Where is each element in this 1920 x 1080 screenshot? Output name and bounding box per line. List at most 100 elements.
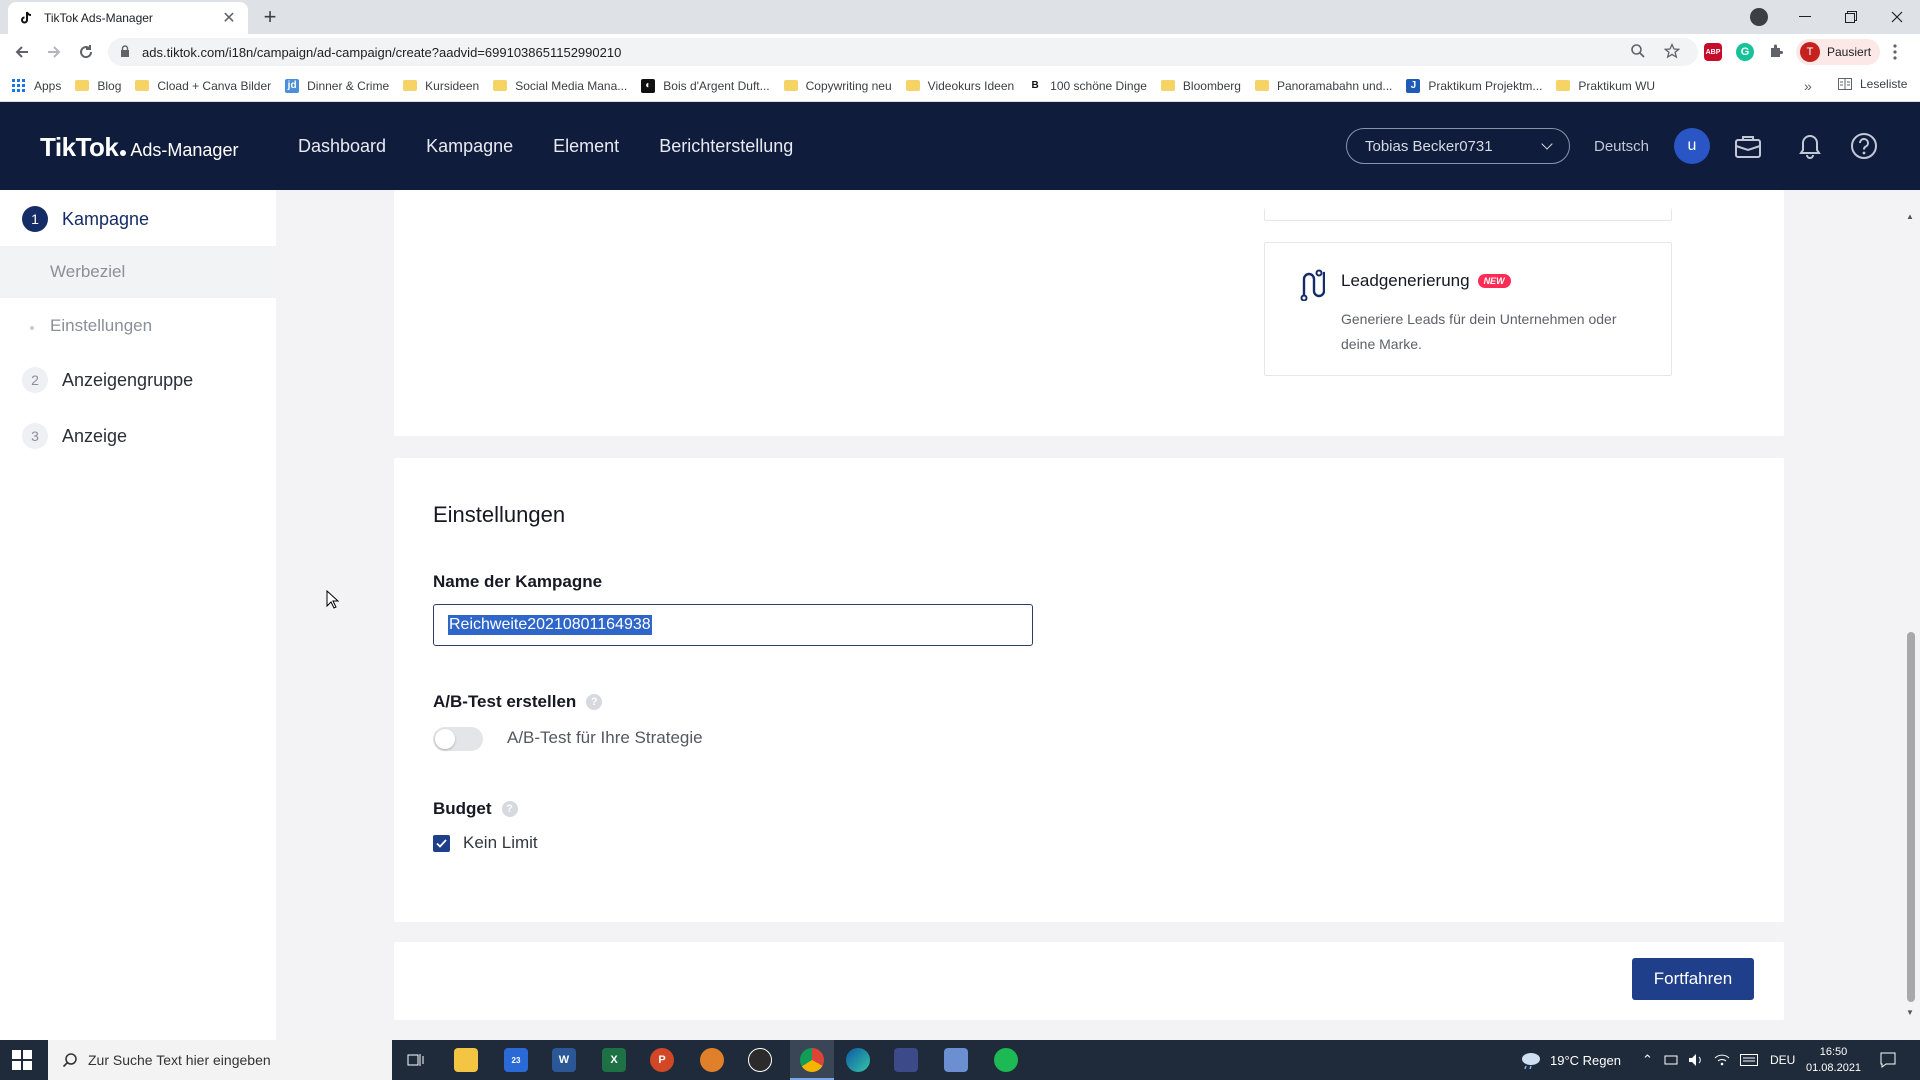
help-circle-icon[interactable]	[1848, 130, 1880, 162]
lead-funnel-icon	[1297, 269, 1326, 306]
bookmark-bloomberg[interactable]: Bloomberg	[1160, 78, 1241, 93]
bookmark-social-media[interactable]: Social Media Mana...	[493, 79, 627, 93]
reading-list-label: Leseliste	[1860, 77, 1908, 91]
scroll-up-icon[interactable]: ▲	[1906, 212, 1914, 221]
objective-option-leadgenerierung[interactable]: Leadgenerierung NEW Generiere Leads für …	[1264, 242, 1672, 376]
powerpoint-icon[interactable]: P	[650, 1048, 674, 1072]
sidebar-item-einstellungen[interactable]: Einstellungen	[0, 300, 276, 352]
language-switcher[interactable]: Deutsch	[1594, 138, 1649, 155]
minimize-icon[interactable]	[1782, 0, 1828, 34]
browser-tab-active[interactable]: TikTok Ads-Manager ✕	[8, 2, 248, 34]
bookmark-label: Bloomberg	[1182, 78, 1241, 93]
logo-brand: TikTok	[40, 132, 119, 162]
wifi-icon[interactable]	[1714, 1040, 1730, 1080]
keyboard-language[interactable]: DEU	[1770, 1040, 1795, 1080]
ab-test-toggle[interactable]	[433, 727, 483, 751]
spotify-icon[interactable]	[994, 1048, 1018, 1072]
bookmark-dinner-crime[interactable]: jd Dinner & Crime	[285, 78, 389, 93]
windows-start-icon[interactable]	[12, 1050, 32, 1070]
help-icon[interactable]: ?	[501, 801, 518, 817]
grammarly-extension-icon[interactable]: G	[1736, 43, 1754, 61]
restore-icon[interactable]	[1828, 0, 1874, 34]
nav-dashboard[interactable]: Dashboard	[298, 136, 386, 157]
notification-bell-icon[interactable]	[1794, 130, 1826, 162]
browser-menu-icon[interactable]	[1893, 44, 1897, 65]
nav-kampagne[interactable]: Kampagne	[426, 136, 513, 157]
kein-limit-checkbox[interactable]	[433, 835, 450, 852]
bookmark-praktikum-wu[interactable]: Praktikum WU	[1556, 79, 1655, 93]
close-window-icon[interactable]	[1874, 0, 1920, 34]
account-selector[interactable]: Tobias Becker0731	[1346, 128, 1570, 164]
app-document-icon[interactable]	[944, 1048, 968, 1072]
bookmark-bois-dargent[interactable]: ◐ Bois d'Argent Duft...	[641, 78, 770, 93]
weather-widget[interactable]: 19°C Regen	[1518, 1040, 1621, 1080]
bookmark-kursideen[interactable]: Kursideen	[403, 79, 479, 93]
taskbar-clock[interactable]: 16:50 01.08.2021	[1806, 1044, 1861, 1076]
jd-icon: jd	[285, 78, 300, 93]
nav-berichterstellung[interactable]: Berichterstellung	[659, 136, 793, 157]
folder-icon	[783, 80, 798, 91]
scroll-down-icon[interactable]: ▼	[1906, 1008, 1914, 1017]
tiktok-logo[interactable]: TikTok Ads-Manager	[40, 132, 238, 163]
objective-option-previous[interactable]	[1264, 208, 1672, 221]
profile-chip[interactable]: T Pausiert	[1796, 39, 1880, 65]
extensions-puzzle-icon[interactable]	[1768, 43, 1784, 64]
b-icon: B	[1028, 78, 1043, 93]
volume-icon[interactable]	[1688, 1040, 1704, 1080]
logo-suffix: Ads-Manager	[130, 140, 239, 160]
kein-limit-label: Kein Limit	[463, 833, 538, 852]
bookmark-copywriting[interactable]: Copywriting neu	[783, 79, 892, 93]
task-view-icon[interactable]	[404, 1048, 428, 1072]
mail-app-icon[interactable]: 23	[504, 1048, 528, 1072]
bookmark-star-icon[interactable]	[1663, 42, 1681, 64]
bookmark-blog[interactable]: Blog	[75, 79, 121, 93]
file-explorer-icon[interactable]	[454, 1048, 478, 1072]
word-icon[interactable]: W	[552, 1048, 576, 1072]
step-kampagne[interactable]: 1 Kampagne	[22, 206, 149, 232]
tab-close-icon[interactable]: ✕	[220, 8, 238, 28]
ab-test-toggle-label: A/B-Test für Ihre Strategie	[507, 728, 703, 747]
new-tab-button[interactable]: +	[258, 4, 282, 30]
keyboard-icon[interactable]	[1740, 1040, 1758, 1080]
campaign-name-input[interactable]: Reichweite20210801164938	[433, 604, 1033, 646]
nav-element[interactable]: Element	[553, 136, 619, 157]
app-tool-icon[interactable]	[894, 1048, 918, 1072]
back-icon[interactable]	[10, 40, 34, 64]
bookmark-apps[interactable]: Apps	[12, 78, 61, 93]
blender-icon[interactable]	[700, 1048, 724, 1072]
bookmark-cload-canva[interactable]: Cload + Canva Bilder	[135, 79, 271, 93]
clock-date: 01.08.2021	[1806, 1062, 1862, 1074]
tab-search-icon[interactable]	[1750, 8, 1768, 26]
zoom-icon[interactable]	[1630, 43, 1646, 64]
bookmarks-more-icon[interactable]: »	[1804, 78, 1812, 94]
chrome-icon[interactable]	[800, 1048, 824, 1072]
reading-list-icon	[1838, 78, 1852, 90]
adblock-extension-icon[interactable]: ABP	[1704, 43, 1722, 61]
reload-icon[interactable]	[74, 40, 98, 64]
edge-icon[interactable]	[846, 1048, 870, 1072]
help-icon[interactable]: ?	[586, 694, 603, 710]
tray-network-icon[interactable]	[1664, 1040, 1678, 1080]
step-anzeigengruppe[interactable]: 2 Anzeigengruppe	[22, 367, 193, 393]
briefcase-icon[interactable]	[1732, 130, 1764, 162]
bookmark-praktikum-projektm[interactable]: J Praktikum Projektm...	[1406, 78, 1542, 93]
bookmark-videokurs[interactable]: Videokurs Ideen	[905, 79, 1014, 93]
page-scrollbar[interactable]: ▲ ▼	[1904, 212, 1916, 1022]
chevron-down-icon	[1541, 138, 1553, 150]
user-avatar[interactable]: u	[1674, 128, 1710, 164]
action-center-icon[interactable]	[1880, 1040, 1896, 1080]
settings-card	[394, 458, 1784, 922]
scrollbar-thumb[interactable]	[1907, 632, 1915, 1002]
continue-button[interactable]: Fortfahren	[1632, 958, 1754, 1000]
reading-list-button[interactable]: Leseliste	[1838, 77, 1907, 91]
address-bar[interactable]: ads.tiktok.com/i18n/campaign/ad-campaign…	[108, 38, 1698, 66]
forward-icon[interactable]	[42, 40, 66, 64]
bookmark-100-dinge[interactable]: B 100 schöne Dinge	[1028, 78, 1147, 93]
step-anzeige[interactable]: 3 Anzeige	[22, 423, 127, 449]
tray-chevron-icon[interactable]: ⌃	[1642, 1040, 1653, 1080]
bookmark-panoramabahn[interactable]: Panoramabahn und...	[1254, 79, 1392, 93]
obs-icon[interactable]	[748, 1048, 772, 1072]
taskbar-search-box[interactable]: Zur Suche Text hier eingeben	[48, 1040, 392, 1080]
excel-icon[interactable]: X	[602, 1048, 626, 1072]
sidebar-item-werbeziel[interactable]: Werbeziel	[0, 246, 276, 298]
